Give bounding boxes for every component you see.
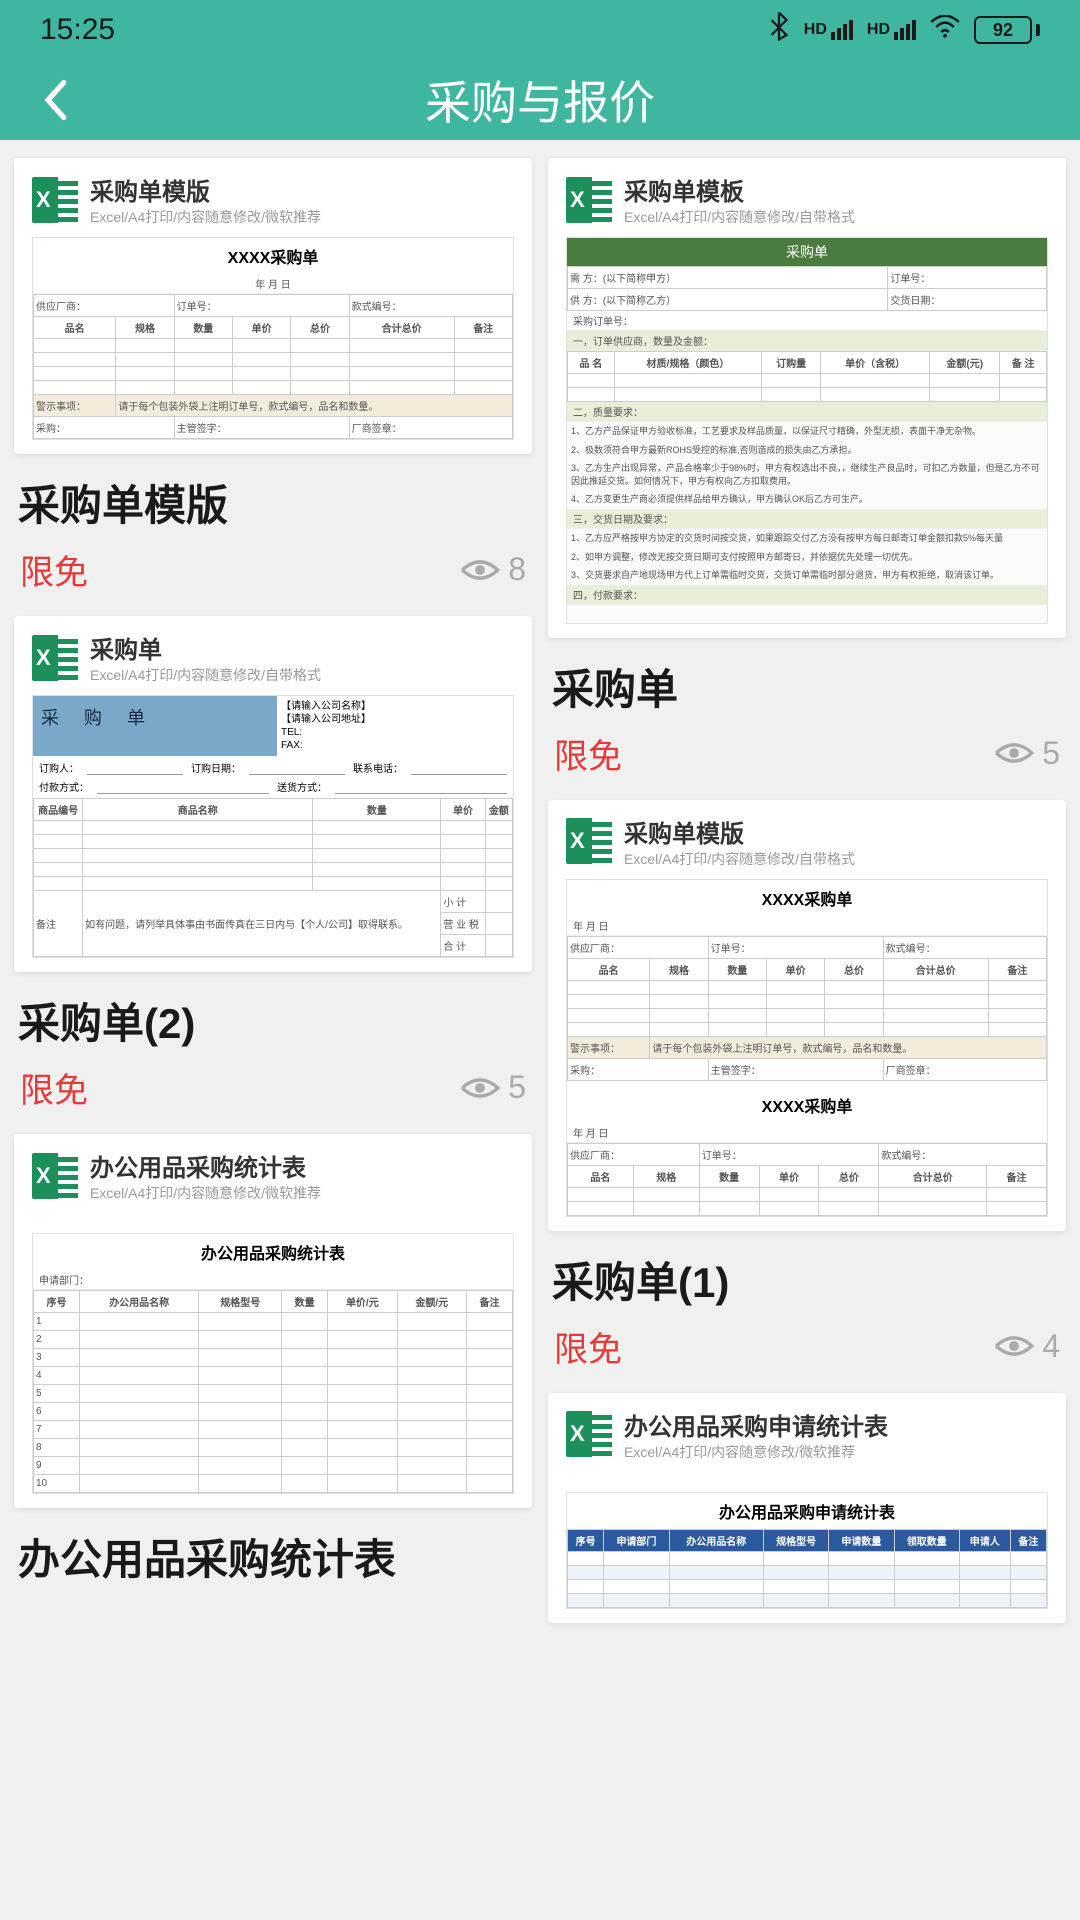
template-grid: 采购单模版 Excel/A4打印/内容随意修改/微软推荐 XXXX采购单 年 月… xyxy=(0,140,1080,1641)
thumbnail: 办公用品采购统计表 Excel/A4打印/内容随意修改/微软推荐 办公用品采购统… xyxy=(14,1134,532,1508)
status-bar: 15:25 HD HD 92 xyxy=(0,0,1080,60)
eye-icon xyxy=(994,1333,1034,1359)
free-badge: 限免 xyxy=(20,1063,88,1112)
excel-icon xyxy=(566,1411,612,1457)
view-count: 4 xyxy=(994,1328,1060,1365)
back-button[interactable] xyxy=(30,75,80,125)
template-card[interactable]: 采购单 Excel/A4打印/内容随意修改/自带格式 采 购 单 【请输入公司名… xyxy=(14,616,532,1112)
thumb-subtitle: Excel/A4打印/内容随意修改/微软推荐 xyxy=(90,207,321,227)
thumb-subtitle: Excel/A4打印/内容随意修改/自带格式 xyxy=(90,665,321,685)
thumb-title: 采购单模版 xyxy=(624,814,855,849)
template-card[interactable]: 采购单模板 Excel/A4打印/内容随意修改/自带格式 采购单 需 方：(以下… xyxy=(548,158,1066,778)
wifi-icon xyxy=(930,13,960,47)
eye-icon xyxy=(460,557,500,583)
signal-icon-1 xyxy=(831,20,853,40)
excel-icon xyxy=(566,818,612,864)
thumb-subtitle: Excel/A4打印/内容随意修改/自带格式 xyxy=(624,207,855,227)
view-count: 5 xyxy=(460,1069,526,1106)
thumb-subtitle: Excel/A4打印/内容随意修改/自带格式 xyxy=(624,849,855,869)
view-count: 8 xyxy=(460,551,526,588)
card-title: 采购单模版 xyxy=(14,472,532,533)
thumb-subtitle: Excel/A4打印/内容随意修改/微软推荐 xyxy=(624,1442,888,1462)
template-card[interactable]: 办公用品采购申请统计表 Excel/A4打印/内容随意修改/微软推荐 办公用品采… xyxy=(548,1393,1066,1623)
thumbnail: 采购单模版 Excel/A4打印/内容随意修改/自带格式 XXXX采购单 年 月… xyxy=(548,800,1066,1231)
thumb-subtitle: Excel/A4打印/内容随意修改/微软推荐 xyxy=(90,1183,321,1203)
thumb-title: 办公用品采购申请统计表 xyxy=(624,1407,888,1442)
hd-label-1: HD xyxy=(804,21,827,39)
template-card[interactable]: 采购单模版 Excel/A4打印/内容随意修改/微软推荐 XXXX采购单 年 月… xyxy=(14,158,532,594)
free-badge: 限免 xyxy=(554,729,622,778)
thumb-title: 采购单 xyxy=(90,630,321,665)
excel-icon xyxy=(32,635,78,681)
hd-label-2: HD xyxy=(867,21,890,39)
status-time: 15:25 xyxy=(40,13,115,47)
eye-icon xyxy=(460,1075,500,1101)
view-count: 5 xyxy=(994,735,1060,772)
free-badge: 限免 xyxy=(20,545,88,594)
card-title: 采购单(2) xyxy=(14,990,532,1051)
excel-icon xyxy=(32,1153,78,1199)
thumbnail: 采购单模版 Excel/A4打印/内容随意修改/微软推荐 XXXX采购单 年 月… xyxy=(14,158,532,454)
excel-icon xyxy=(566,177,612,223)
thumb-title: 办公用品采购统计表 xyxy=(90,1148,321,1183)
thumbnail: 采购单模板 Excel/A4打印/内容随意修改/自带格式 采购单 需 方：(以下… xyxy=(548,158,1066,638)
template-card[interactable]: 办公用品采购统计表 Excel/A4打印/内容随意修改/微软推荐 办公用品采购统… xyxy=(14,1134,532,1587)
page-title: 采购与报价 xyxy=(0,67,1080,133)
eye-icon xyxy=(994,740,1034,766)
card-title: 采购单 xyxy=(548,656,1066,717)
left-column: 采购单模版 Excel/A4打印/内容随意修改/微软推荐 XXXX采购单 年 月… xyxy=(14,158,532,1623)
card-title: 采购单(1) xyxy=(548,1249,1066,1310)
thumb-title: 采购单模版 xyxy=(90,172,321,207)
card-title: 办公用品采购统计表 xyxy=(14,1526,532,1587)
bluetooth-icon xyxy=(768,11,790,49)
right-column: 采购单模板 Excel/A4打印/内容随意修改/自带格式 采购单 需 方：(以下… xyxy=(548,158,1066,1623)
thumbnail: 办公用品采购申请统计表 Excel/A4打印/内容随意修改/微软推荐 办公用品采… xyxy=(548,1393,1066,1623)
excel-icon xyxy=(32,177,78,223)
signal-icon-2 xyxy=(894,20,916,40)
thumbnail: 采购单 Excel/A4打印/内容随意修改/自带格式 采 购 单 【请输入公司名… xyxy=(14,616,532,972)
free-badge: 限免 xyxy=(554,1322,622,1371)
thumb-title: 采购单模板 xyxy=(624,172,855,207)
template-card[interactable]: 采购单模版 Excel/A4打印/内容随意修改/自带格式 XXXX采购单 年 月… xyxy=(548,800,1066,1371)
battery-icon: 92 xyxy=(974,16,1040,44)
app-header: 采购与报价 xyxy=(0,60,1080,140)
